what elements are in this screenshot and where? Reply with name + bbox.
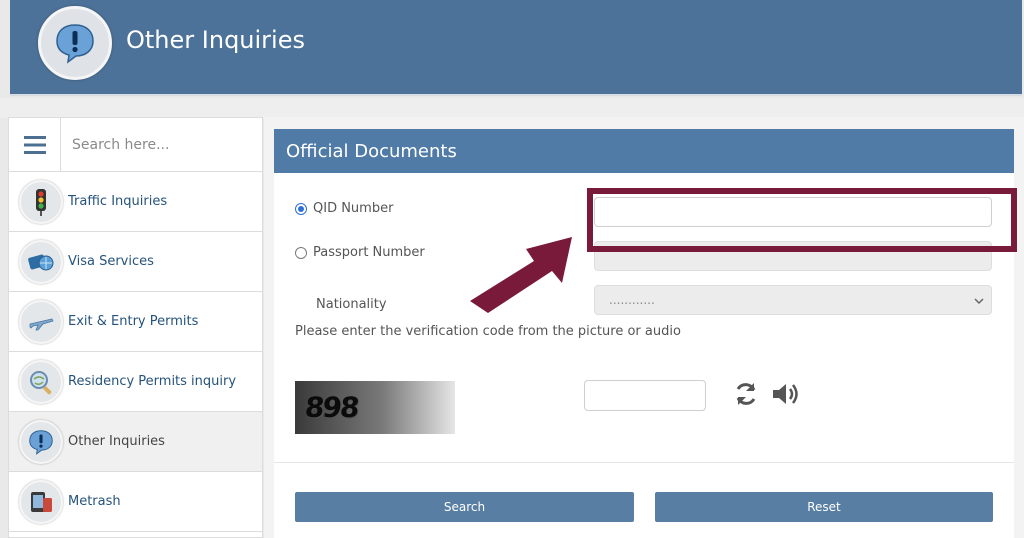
sidebar-item-visa-services[interactable]: Visa Services xyxy=(9,232,262,292)
captcha-code-text: 898 xyxy=(303,391,360,424)
chevron-down-icon xyxy=(974,298,984,305)
page-title: Other Inquiries xyxy=(126,26,305,54)
page-header: Other Inquiries xyxy=(10,0,1022,96)
phone-device-icon xyxy=(19,479,63,524)
qid-number-input[interactable] xyxy=(594,197,992,227)
sidebar-item-metrash[interactable]: Metrash xyxy=(9,472,262,532)
panel-title: Official Documents xyxy=(286,140,457,162)
form-divider xyxy=(274,462,1014,463)
arrow-icon xyxy=(470,237,572,313)
sidebar-item-traffic-inquiries[interactable]: Traffic Inquiries xyxy=(9,172,262,232)
audio-captcha-button[interactable] xyxy=(771,381,801,411)
sidebar-item-label: Metrash xyxy=(68,494,121,509)
exclamation-bubble-icon xyxy=(19,419,63,464)
refresh-captcha-button[interactable] xyxy=(732,380,760,412)
captcha-input[interactable] xyxy=(584,380,706,411)
traffic-light-icon xyxy=(19,179,63,224)
passport-number-input[interactable] xyxy=(594,241,992,271)
reset-button[interactable]: Reset xyxy=(655,492,993,522)
qid-radio[interactable] xyxy=(295,202,307,215)
qid-label: QID Number xyxy=(313,201,394,216)
sidebar-item-residency-permits[interactable]: Residency Permits inquiry xyxy=(9,352,262,412)
sidebar-item-other-inquiries[interactable]: Other Inquiries xyxy=(9,412,262,472)
magnifier-globe-icon xyxy=(19,359,63,404)
header-divider xyxy=(0,98,1024,118)
sidebar-item-label: Residency Permits inquiry xyxy=(68,374,237,389)
panel-title-bar: Official Documents xyxy=(274,129,1014,173)
sidebar-item-label: Visa Services xyxy=(68,254,154,269)
speaker-icon xyxy=(773,384,798,404)
sidebar: Traffic Inquiries Visa Services Exit & E… xyxy=(8,117,263,538)
visa-icon xyxy=(19,239,63,284)
sidebar-item-label: Exit & Entry Permits xyxy=(68,314,199,329)
nationality-select-value: ............ xyxy=(609,293,655,307)
hamburger-menu-button[interactable] xyxy=(9,118,61,172)
captcha-image: 898 xyxy=(295,381,455,434)
passport-radio-option[interactable]: Passport Number xyxy=(295,245,425,260)
sidebar-item-label: Traffic Inquiries xyxy=(68,194,168,209)
nationality-select[interactable]: ............ xyxy=(594,285,992,315)
hamburger-icon xyxy=(23,136,46,154)
qid-radio-option[interactable]: QID Number xyxy=(295,201,393,216)
sidebar-search-row xyxy=(9,118,262,172)
sidebar-item-exit-entry-permits[interactable]: Exit & Entry Permits xyxy=(9,292,262,352)
nationality-label: Nationality xyxy=(316,297,387,312)
sidebar-search-input[interactable] xyxy=(61,118,262,171)
search-button[interactable]: Search xyxy=(295,492,634,522)
passport-label: Passport Number xyxy=(313,245,425,260)
main-content: Official Documents QID Number Passport N… xyxy=(264,117,1024,538)
passport-radio[interactable] xyxy=(295,246,307,259)
official-documents-panel: Official Documents QID Number Passport N… xyxy=(274,129,1017,538)
airplane-icon xyxy=(19,299,63,344)
verification-instruction: Please enter the verification code from … xyxy=(295,324,681,339)
refresh-icon xyxy=(736,383,756,405)
exclamation-bubble-icon xyxy=(38,6,112,80)
sidebar-item-label: Other Inquiries xyxy=(68,434,165,449)
